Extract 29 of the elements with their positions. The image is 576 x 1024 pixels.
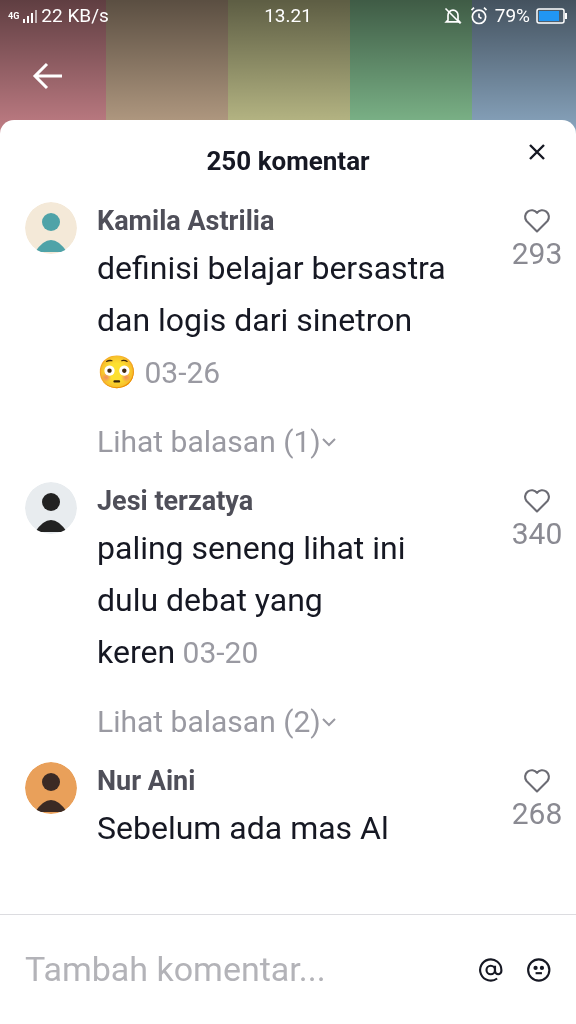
chevron-down-icon <box>320 436 337 447</box>
heart-icon[interactable] <box>523 768 551 794</box>
comment-input[interactable]: Tambah komentar... <box>25 944 456 995</box>
network-label: 4G <box>8 11 20 21</box>
heart-icon[interactable] <box>523 208 551 234</box>
comment-text: Sebelum ada mas Al <box>97 808 390 849</box>
comment-text: paling seneng lihat ini dulu debat yang keren 03-20 <box>97 528 407 673</box>
like-count: 268 <box>511 795 563 833</box>
signal-icon <box>23 9 38 23</box>
bell-muted-icon <box>442 6 463 26</box>
network-speed: 22 KB/s <box>41 2 109 29</box>
comment-text: definisi belajar bersastra dan logis dari sinetron😳 03-26 <box>97 248 447 393</box>
avatar <box>25 202 77 254</box>
alarm-icon <box>468 6 489 26</box>
close-icon[interactable] <box>529 144 545 160</box>
back-arrow-icon[interactable] <box>32 62 64 90</box>
chevron-down-icon <box>320 716 337 727</box>
avatar <box>25 762 77 814</box>
battery-percent: 79% <box>494 2 530 29</box>
sheet-title: 250 komentar <box>206 144 370 178</box>
clock: 13.21 <box>264 2 312 29</box>
battery-icon <box>536 8 568 24</box>
avatar <box>25 482 77 534</box>
like-count: 340 <box>511 515 563 553</box>
comment-author[interactable]: Nur Aini <box>97 762 474 800</box>
comment-author[interactable]: Kamila Astrilia <box>97 202 474 240</box>
like-count: 293 <box>511 235 563 273</box>
comment-author[interactable]: Jesi terzatya <box>97 482 474 520</box>
heart-icon[interactable] <box>523 488 551 514</box>
